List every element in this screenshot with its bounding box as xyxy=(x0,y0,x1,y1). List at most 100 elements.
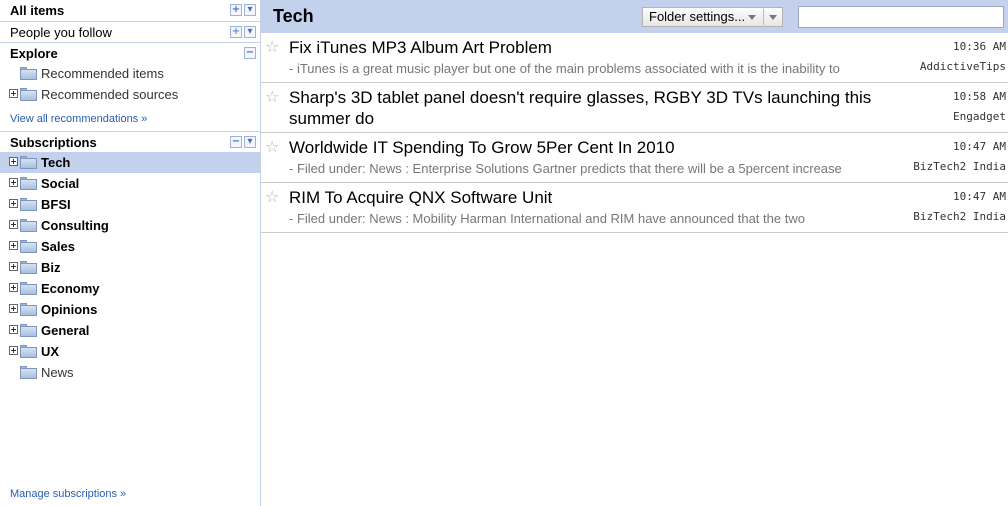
folder-icon xyxy=(20,198,37,211)
expand-icon[interactable] xyxy=(9,199,18,208)
subscription-folder-consulting[interactable]: Consulting xyxy=(0,215,260,236)
folder-icon xyxy=(20,67,37,80)
explore-item-recommended-items[interactable]: Recommended items xyxy=(0,63,260,84)
folder-label: Social xyxy=(41,176,80,191)
entry-title[interactable]: Sharp's 3D tablet panel doesn't require … xyxy=(289,87,889,129)
chevron-down-icon[interactable]: ▾ xyxy=(244,4,256,16)
entry-row[interactable]: ☆ Sharp's 3D tablet panel doesn't require… xyxy=(261,83,1008,133)
folder-icon xyxy=(20,303,37,316)
entry-row[interactable]: ☆ RIM To Acquire QNX Software Unit - Filed… xyxy=(261,183,1008,233)
entry-title[interactable]: Worldwide IT Spending To Grow 5Per Cent … xyxy=(289,137,889,158)
entry-snippet: - Filed under: News : Mobility Harman In… xyxy=(289,211,805,226)
star-icon[interactable]: ☆ xyxy=(265,137,279,156)
folder-label: BFSI xyxy=(41,197,71,212)
folder-icon xyxy=(20,240,37,253)
entry-title[interactable]: Fix iTunes MP3 Album Art Problem xyxy=(289,37,889,58)
entry-time: 10:47 AM xyxy=(953,140,1006,153)
expand-icon[interactable] xyxy=(9,178,18,187)
entry-source[interactable]: BizTech2 India xyxy=(913,210,1006,223)
subscription-folder-biz[interactable]: Biz xyxy=(0,257,260,278)
add-icon[interactable]: + xyxy=(230,26,242,38)
folder-icon xyxy=(20,366,37,379)
folder-icon xyxy=(20,345,37,358)
view-all-recommendations-link[interactable]: View all recommendations » xyxy=(10,113,147,125)
folder-icon xyxy=(20,261,37,274)
subscriptions-section: Subscriptions − ▾ Tech Social BFSI Consultin… xyxy=(0,131,260,383)
expand-icon[interactable] xyxy=(9,283,18,292)
star-icon[interactable]: ☆ xyxy=(265,87,279,106)
folder-label: Economy xyxy=(41,281,100,296)
explore-heading[interactable]: Explore − xyxy=(0,42,260,63)
folder-icon xyxy=(20,156,37,169)
subscription-folder-opinions[interactable]: Opinions xyxy=(0,299,260,320)
entry-time: 10:47 AM xyxy=(953,190,1006,203)
folder-label: Tech xyxy=(41,155,71,170)
expand-icon[interactable] xyxy=(9,89,18,98)
subscription-folder-economy[interactable]: Economy xyxy=(0,278,260,299)
entry-time: 10:58 AM xyxy=(953,90,1006,103)
subscription-folder-tech[interactable]: Tech xyxy=(0,152,260,173)
explore-item-recommended-sources[interactable]: Recommended sources xyxy=(0,84,260,105)
sidebar: All items + ▾ People you follow + ▾ Explor… xyxy=(0,0,261,506)
folder-label: Sales xyxy=(41,239,75,254)
all-items-label: All items xyxy=(10,3,65,18)
page-title: Tech xyxy=(273,6,314,26)
folder-icon xyxy=(20,282,37,295)
folder-label: General xyxy=(41,323,90,338)
folder-icon xyxy=(20,219,37,232)
expand-icon[interactable] xyxy=(9,157,18,166)
add-icon[interactable]: + xyxy=(230,4,242,16)
collapse-icon[interactable]: − xyxy=(244,47,256,59)
entry-source[interactable]: BizTech2 India xyxy=(913,160,1006,173)
chevron-down-icon[interactable] xyxy=(769,15,777,20)
expand-icon[interactable] xyxy=(9,346,18,355)
entry-time: 10:36 AM xyxy=(953,40,1006,53)
subscriptions-heading[interactable]: Subscriptions − ▾ xyxy=(0,131,260,152)
expand-icon[interactable] xyxy=(9,325,18,334)
entry-row[interactable]: ☆ Worldwide IT Spending To Grow 5Per Cent… xyxy=(261,133,1008,183)
subscription-folder-sales[interactable]: Sales xyxy=(0,236,260,257)
search-input[interactable] xyxy=(798,6,1004,28)
feed-header: Tech Folder settings... xyxy=(261,0,1008,33)
star-icon[interactable]: ☆ xyxy=(265,187,279,206)
entry-title[interactable]: RIM To Acquire QNX Software Unit xyxy=(289,187,889,208)
subscription-folder-general[interactable]: General xyxy=(0,320,260,341)
collapse-icon[interactable]: − xyxy=(230,136,242,148)
subscription-folder-bfsi[interactable]: BFSI xyxy=(0,194,260,215)
subscription-folder-ux[interactable]: UX xyxy=(0,341,260,362)
all-items-link[interactable]: All items + ▾ xyxy=(0,0,260,21)
subscription-folder-social[interactable]: Social xyxy=(0,173,260,194)
entry-source[interactable]: AddictiveTips xyxy=(920,60,1006,73)
expand-icon[interactable] xyxy=(9,241,18,250)
folder-label: Consulting xyxy=(41,218,109,233)
subscription-folder-news[interactable]: News xyxy=(0,362,260,383)
folder-icon xyxy=(20,88,37,101)
folder-label: Opinions xyxy=(41,302,98,317)
expand-icon[interactable] xyxy=(9,304,18,313)
reader-app: All items + ▾ People you follow + ▾ Explor… xyxy=(0,0,1008,506)
entry-snippet: - iTunes is a great music player but one… xyxy=(289,61,840,76)
chevron-down-icon[interactable]: ▾ xyxy=(244,136,256,148)
explore-item-label: Recommended sources xyxy=(41,87,179,102)
explore-item-label: Recommended items xyxy=(41,66,164,81)
folder-label: News xyxy=(41,365,74,380)
subscription-folder-list: Tech Social BFSI Consulting Sales Biz Economy O… xyxy=(0,152,260,383)
chevron-down-icon[interactable]: ▾ xyxy=(244,26,256,38)
star-icon[interactable]: ☆ xyxy=(265,37,279,56)
main-pane: Tech Folder settings... ☆ Fix iTunes MP3 … xyxy=(261,0,1008,506)
subscriptions-label: Subscriptions xyxy=(10,135,97,150)
manage-subscriptions-link[interactable]: Manage subscriptions » xyxy=(10,488,126,500)
folder-settings-label: Folder settings... xyxy=(649,9,746,24)
folder-settings-dropdown[interactable]: Folder settings... xyxy=(642,7,783,27)
folder-label: Biz xyxy=(41,260,61,275)
people-you-follow-link[interactable]: People you follow + ▾ xyxy=(0,21,260,42)
folder-label: UX xyxy=(41,344,60,359)
chevron-down-icon xyxy=(748,15,756,20)
expand-icon[interactable] xyxy=(9,262,18,271)
expand-icon[interactable] xyxy=(9,220,18,229)
entry-snippet: - Filed under: News : Enterprise Solutio… xyxy=(289,161,842,176)
folder-icon xyxy=(20,324,37,337)
explore-label: Explore xyxy=(10,46,58,61)
entry-source[interactable]: Engadget xyxy=(953,110,1006,123)
entry-row[interactable]: ☆ Fix iTunes MP3 Album Art Problem - iTune… xyxy=(261,33,1008,83)
